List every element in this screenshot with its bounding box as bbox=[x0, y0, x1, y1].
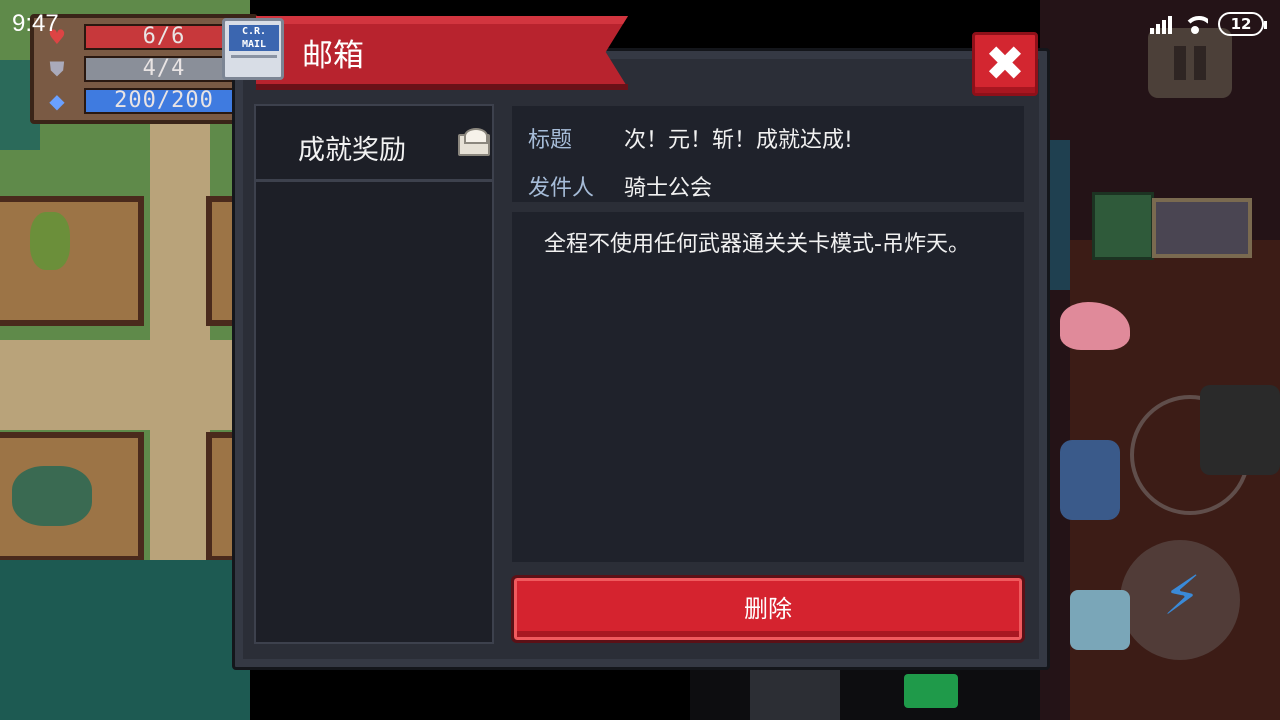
mail-item-label: 成就奖励 bbox=[298, 135, 406, 166]
heart-icon: ♥ bbox=[48, 25, 66, 49]
flower-plant bbox=[12, 466, 92, 526]
diamond-icon: ◆ bbox=[49, 89, 65, 113]
subject-label: 标题 bbox=[528, 128, 573, 153]
garden-plot bbox=[0, 196, 144, 326]
robot-character bbox=[1070, 590, 1130, 650]
shield-icon: ⛊ bbox=[49, 57, 65, 81]
armor-bar: 4/4 bbox=[84, 56, 244, 82]
envelope-open-icon bbox=[458, 128, 490, 156]
table bbox=[1152, 198, 1252, 258]
mail-logo-text: C.R. MAIL bbox=[229, 25, 279, 51]
close-icon: ✖ bbox=[984, 36, 1026, 92]
player-character bbox=[1060, 440, 1120, 520]
subject-value: 次！元！斩！成就达成! bbox=[624, 128, 853, 153]
mail-header: 标题 次！元！斩！成就达成! 发件人 骑士公会 bbox=[512, 106, 1024, 202]
mail-list: 成就奖励 bbox=[254, 104, 494, 644]
chest bbox=[1092, 192, 1154, 260]
cactus-plant bbox=[30, 212, 70, 270]
npc-character bbox=[1200, 385, 1280, 475]
mail-logo-icon: C.R. MAIL bbox=[222, 18, 284, 80]
sender-label: 发件人 bbox=[528, 176, 595, 201]
green-bin bbox=[904, 674, 958, 708]
hp-bar: 6/6 bbox=[84, 24, 244, 50]
lightning-icon: ⚡ bbox=[1163, 564, 1201, 627]
dialog-title: 邮箱 bbox=[302, 38, 364, 74]
sender-value: 骑士公会 bbox=[624, 176, 713, 201]
pause-button[interactable] bbox=[1148, 28, 1232, 98]
delete-button[interactable]: 删除 bbox=[511, 575, 1025, 643]
armor-value: 4/4 bbox=[142, 56, 186, 81]
energy-value: 200/200 bbox=[114, 88, 214, 113]
delete-label: 删除 bbox=[744, 595, 792, 623]
title-ribbon-shadow bbox=[256, 84, 628, 90]
armor-row: ⛊ 4/4 bbox=[42, 56, 246, 82]
forest bbox=[0, 560, 250, 720]
close-button[interactable]: ✖ bbox=[972, 32, 1038, 96]
envelope-flap bbox=[231, 55, 277, 75]
mail-body-text: 全程不使用任何武器通关关卡模式-吊炸天。 bbox=[544, 232, 970, 257]
mail-body: 全程不使用任何武器通关关卡模式-吊炸天。 bbox=[512, 212, 1024, 562]
crate bbox=[750, 670, 840, 720]
energy-bar: 200/200 bbox=[84, 88, 244, 114]
dirt-path bbox=[0, 340, 250, 430]
mail-item[interactable]: 成就奖励 bbox=[256, 106, 492, 182]
hp-value: 6/6 bbox=[142, 24, 186, 49]
energy-row: ◆ 200/200 bbox=[42, 88, 246, 114]
hp-row: ♥ 6/6 bbox=[42, 24, 246, 50]
